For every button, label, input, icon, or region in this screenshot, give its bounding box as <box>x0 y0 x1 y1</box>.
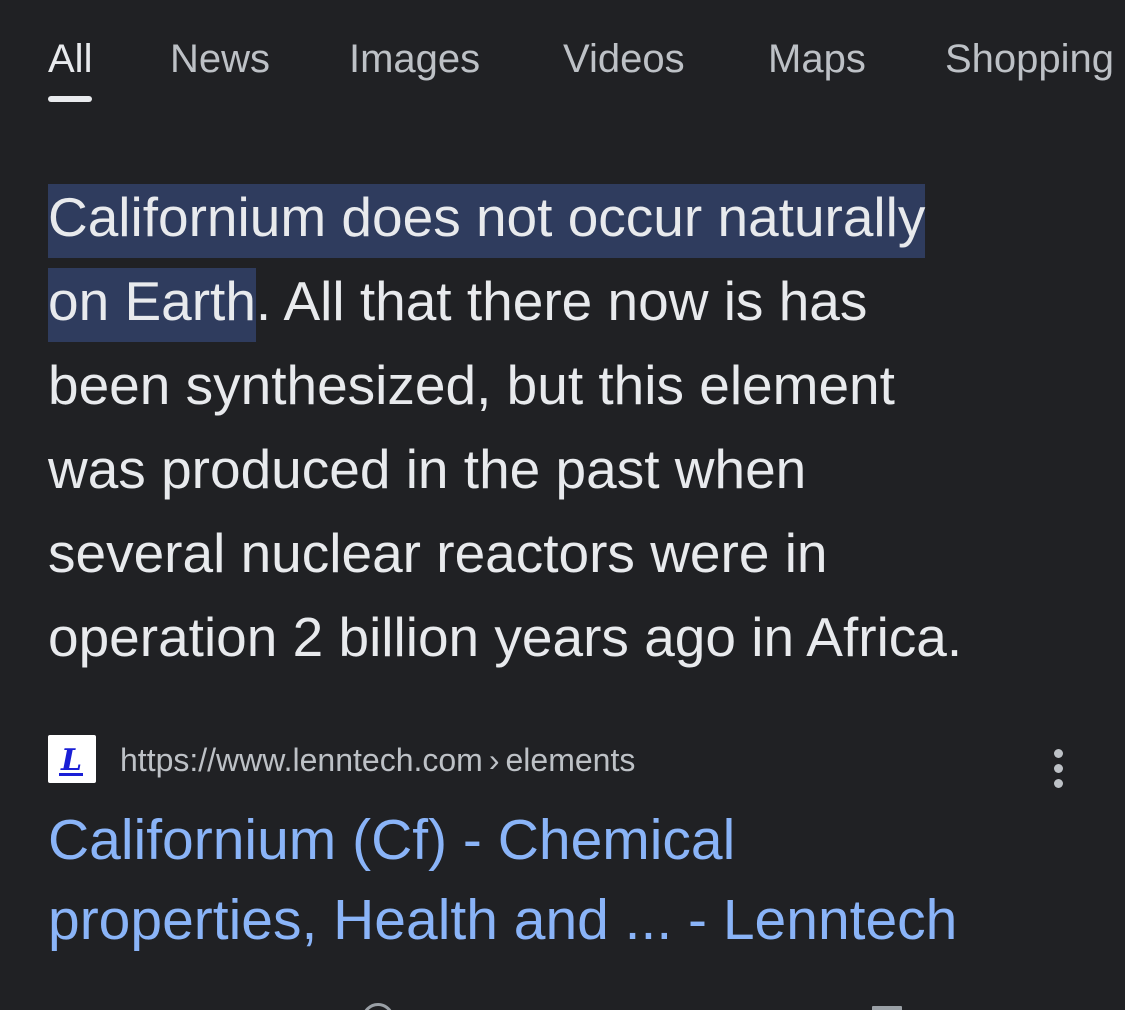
tab-label: Images <box>349 37 481 81</box>
tab-label: News <box>170 37 271 81</box>
favicon-letter: L <box>60 743 82 778</box>
menu-dot <box>1053 778 1063 788</box>
result-title-line: Californium (Cf) - Chemical <box>48 808 736 872</box>
tab-maps[interactable]: Maps <box>768 36 866 82</box>
result-url[interactable]: https://www.lenntech.com › elements <box>120 740 635 780</box>
result-title-link[interactable]: Californium (Cf) - Chemical properties, … <box>48 800 1088 960</box>
highlighted-text: on Earth <box>48 268 256 342</box>
snippet-text: been synthesized, but this element <box>48 354 895 416</box>
featured-snippet: Californium does not occur naturally on E… <box>48 175 1078 679</box>
tab-label: Shopping <box>945 37 1115 81</box>
favicon-underline <box>59 773 83 776</box>
tab-images[interactable]: Images <box>349 36 480 82</box>
snippet-text: was produced in the past when <box>48 438 807 500</box>
tab-label: Maps <box>768 37 866 81</box>
url-domain: https://www.lenntech.com <box>120 742 483 778</box>
snippet-text: . All that there now is has <box>255 270 868 332</box>
snippet-text: operation 2 billion years ago in Africa. <box>48 606 963 668</box>
tab-label: All <box>48 37 93 81</box>
snippet-text: several nuclear reactors were in <box>48 522 828 584</box>
result-title-line: properties, Health and ... - Lenntech <box>48 888 958 952</box>
tab-shopping[interactable]: Shopping <box>945 36 1114 82</box>
search-results-page: All News Images Videos Maps Shopping Cal… <box>0 0 1125 1010</box>
partial-icon <box>362 1003 394 1010</box>
search-tabs: All News Images Videos Maps Shopping <box>0 0 1125 110</box>
url-path: elements <box>505 742 636 778</box>
highlighted-text: Californium does not occur naturally <box>48 184 926 258</box>
partial-icon <box>872 1006 902 1010</box>
menu-dot <box>1053 763 1063 773</box>
menu-dot <box>1053 748 1063 758</box>
lenntech-logo-icon: L <box>59 743 83 778</box>
tab-videos[interactable]: Videos <box>563 36 685 82</box>
lenntech-logo-icon: L <box>48 735 96 783</box>
active-tab-indicator <box>48 96 93 102</box>
url-separator: › <box>488 742 500 778</box>
tab-label: Videos <box>563 37 685 81</box>
tab-all[interactable]: All <box>48 36 93 102</box>
tab-news[interactable]: News <box>170 36 270 82</box>
more-vert-icon[interactable] <box>1034 738 1082 798</box>
